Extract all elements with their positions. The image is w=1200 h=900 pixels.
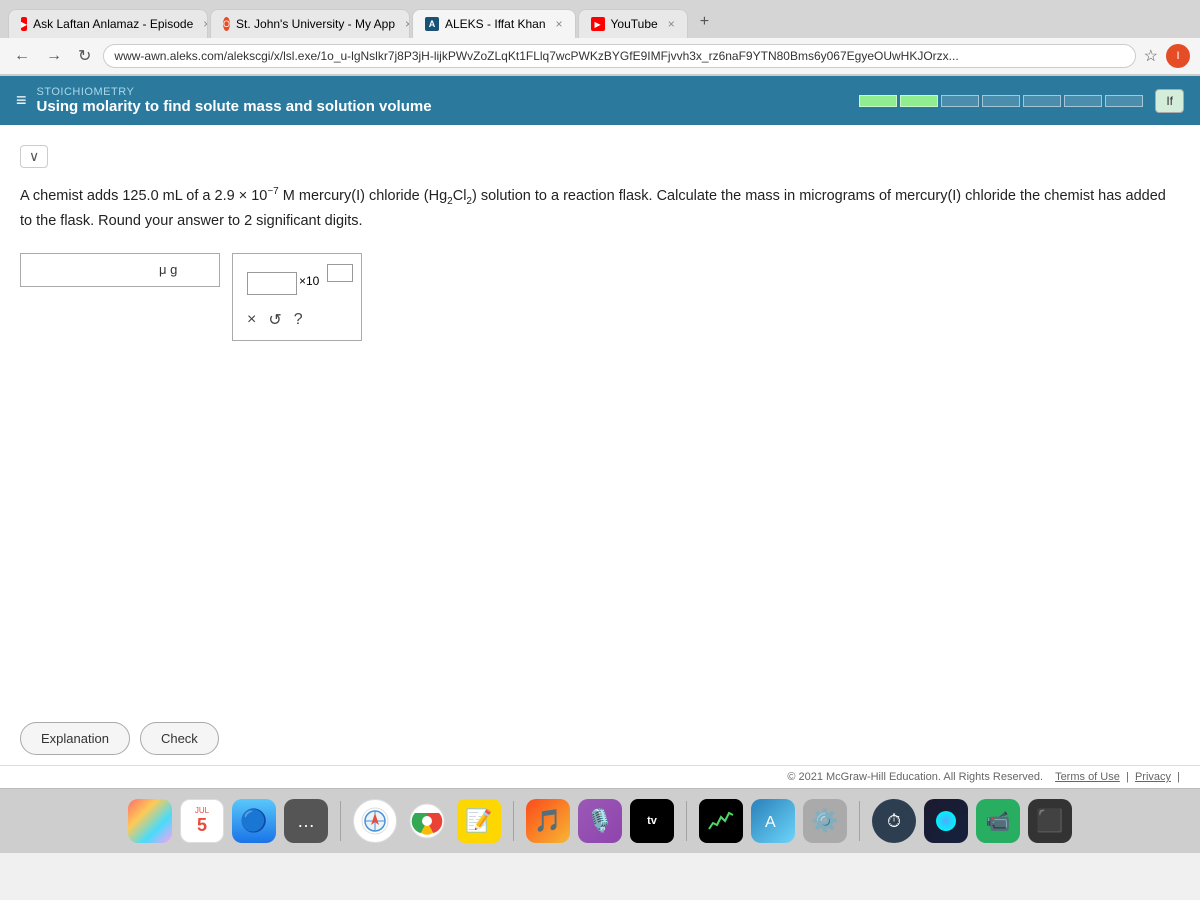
dock-separator3 — [686, 801, 687, 841]
explanation-button[interactable]: Explanation — [20, 722, 130, 755]
sci-clear-button[interactable]: × — [247, 311, 256, 329]
mercury-formula: (Hg2Cl2) — [424, 188, 477, 204]
check-button[interactable]: Check — [140, 722, 219, 755]
tab-youtube[interactable]: ▶ YouTube × — [578, 9, 688, 38]
progress-seg-4 — [982, 95, 1020, 107]
tab-favicon-youtube1: ▶ — [21, 17, 27, 31]
progress-bar — [859, 95, 1143, 107]
browser-chrome: ▶ Ask Laftan Anlamaz - Episode × O St. J… — [0, 0, 1200, 76]
address-input[interactable] — [103, 44, 1135, 68]
tab-label-3: ALEKS - Iffat Khan — [445, 17, 546, 31]
progress-seg-5 — [1023, 95, 1061, 107]
dock-podcasts[interactable]: 🎙️ — [578, 799, 622, 843]
sci-top: ×10 — [247, 264, 347, 300]
back-button[interactable]: ← — [10, 45, 34, 67]
tab-aleks[interactable]: A ALEKS - Iffat Khan × — [412, 9, 576, 38]
tab-close-4[interactable]: × — [668, 17, 675, 31]
answer-unit: μ g — [159, 262, 177, 277]
dock-music[interactable]: 🎵 — [526, 799, 570, 843]
dock-finder[interactable]: 🔵 — [232, 799, 276, 843]
dock-more[interactable]: … — [284, 799, 328, 843]
progress-seg-6 — [1064, 95, 1102, 107]
sci-exponent-input[interactable] — [327, 264, 353, 282]
answer-input[interactable] — [33, 262, 153, 278]
aleks-section-label: STOICHIOMETRY — [37, 86, 432, 98]
tab-close-1[interactable]: × — [203, 17, 208, 31]
forward-button[interactable]: → — [42, 45, 66, 67]
x10-text: ×10 — [299, 274, 319, 288]
progress-seg-2 — [900, 95, 938, 107]
problem-text: A chemist adds 125.0 mL of a 2.9 × 10−7 … — [20, 184, 1180, 233]
dock-safari[interactable] — [353, 799, 397, 843]
hamburger-menu[interactable]: ≡ — [16, 90, 27, 111]
dock-separator1 — [340, 801, 341, 841]
progress-seg-7 — [1105, 95, 1143, 107]
dock-calendar[interactable]: JUL 5 — [180, 799, 224, 843]
tab-bar: ▶ Ask Laftan Anlamaz - Episode × O St. J… — [0, 0, 1200, 38]
sci-buttons: × ↺ ? — [247, 310, 347, 330]
address-bar: ← → ↻ ☆ I — [0, 38, 1200, 75]
sci-help-button[interactable]: ? — [294, 311, 303, 329]
footer-privacy[interactable]: Privacy — [1135, 771, 1171, 783]
progress-seg-1 — [859, 95, 897, 107]
profile-button[interactable]: I — [1166, 44, 1190, 68]
answer-input-box: μ g — [20, 253, 220, 287]
tab-ask-laftan[interactable]: ▶ Ask Laftan Anlamaz - Episode × — [8, 9, 208, 38]
dock-notes[interactable]: 📝 — [457, 799, 501, 843]
answer-row: μ g ×10 × ↺ ? — [20, 253, 1180, 341]
new-tab-button[interactable]: + — [690, 6, 719, 38]
dock-facetime[interactable]: 📹 — [976, 799, 1020, 843]
dock-photos[interactable] — [128, 799, 172, 843]
tab-favicon-o: O — [223, 17, 230, 31]
aleks-header-left: ≡ STOICHIOMETRY Using molarity to find s… — [16, 86, 432, 115]
problem-part1: A chemist adds 125.0 mL of a 2.9 × 10 — [20, 188, 267, 204]
footer-terms[interactable]: Terms of Use — [1055, 771, 1120, 783]
aleks-header: ≡ STOICHIOMETRY Using molarity to find s… — [0, 76, 1200, 125]
bottom-bar: Explanation Check — [0, 712, 1200, 765]
tab-close-3[interactable]: × — [556, 17, 563, 31]
aleks-main-title: Using molarity to find solute mass and s… — [37, 98, 432, 115]
dock-systemprefs[interactable]: ⚙️ — [803, 799, 847, 843]
if-button[interactable]: If — [1155, 89, 1184, 113]
reload-button[interactable]: ↻ — [74, 44, 95, 68]
problem-part2: M mercury(I) chloride — [279, 188, 424, 204]
bookmark-icon[interactable]: ☆ — [1144, 46, 1158, 66]
footer-copyright: © 2021 McGraw-Hill Education. All Rights… — [787, 771, 1043, 783]
sci-mantissa-input[interactable] — [247, 272, 297, 295]
tab-favicon-youtube2: ▶ — [591, 17, 605, 31]
mac-dock: JUL 5 🔵 … 📝 🎵 🎙️ tv A ⚙️ ⏱ 📹 ⬛ — [0, 788, 1200, 853]
dock-appstore[interactable]: A — [751, 799, 795, 843]
dock-appletv[interactable]: tv — [630, 799, 674, 843]
content-area: ∨ A chemist adds 125.0 mL of a 2.9 × 10−… — [0, 125, 1200, 765]
svg-text:A: A — [765, 814, 776, 831]
aleks-title-block: STOICHIOMETRY Using molarity to find sol… — [37, 86, 432, 115]
aleks-app: ≡ STOICHIOMETRY Using molarity to find s… — [0, 76, 1200, 788]
dock-siri[interactable] — [924, 799, 968, 843]
tab-close-2[interactable]: × — [405, 17, 410, 31]
dock-chrome[interactable] — [405, 799, 449, 843]
dock-stocks[interactable] — [699, 799, 743, 843]
dock-separator4 — [859, 801, 860, 841]
dock-calendar-day: 5 — [197, 815, 207, 836]
progress-seg-3 — [941, 95, 979, 107]
tab-label-4: YouTube — [611, 17, 658, 31]
chevron-button[interactable]: ∨ — [20, 145, 48, 168]
tab-favicon-a: A — [425, 17, 439, 31]
sci-undo-button[interactable]: ↺ — [268, 310, 281, 330]
dock-screentime[interactable]: ⏱ — [872, 799, 916, 843]
tab-stjohns[interactable]: O St. John's University - My App × — [210, 9, 410, 38]
scientific-notation-box: ×10 × ↺ ? — [232, 253, 362, 341]
dock-tv-label: tv — [647, 815, 657, 827]
tab-label-2: St. John's University - My App — [236, 17, 395, 31]
dock-webcam[interactable]: ⬛ — [1028, 799, 1072, 843]
tab-label-1: Ask Laftan Anlamaz - Episode — [33, 17, 193, 31]
dock-separator2 — [513, 801, 514, 841]
dock-calendar-month: JUL — [195, 806, 209, 815]
problem-exponent: −7 — [267, 186, 278, 197]
aleks-footer: © 2021 McGraw-Hill Education. All Rights… — [0, 765, 1200, 788]
